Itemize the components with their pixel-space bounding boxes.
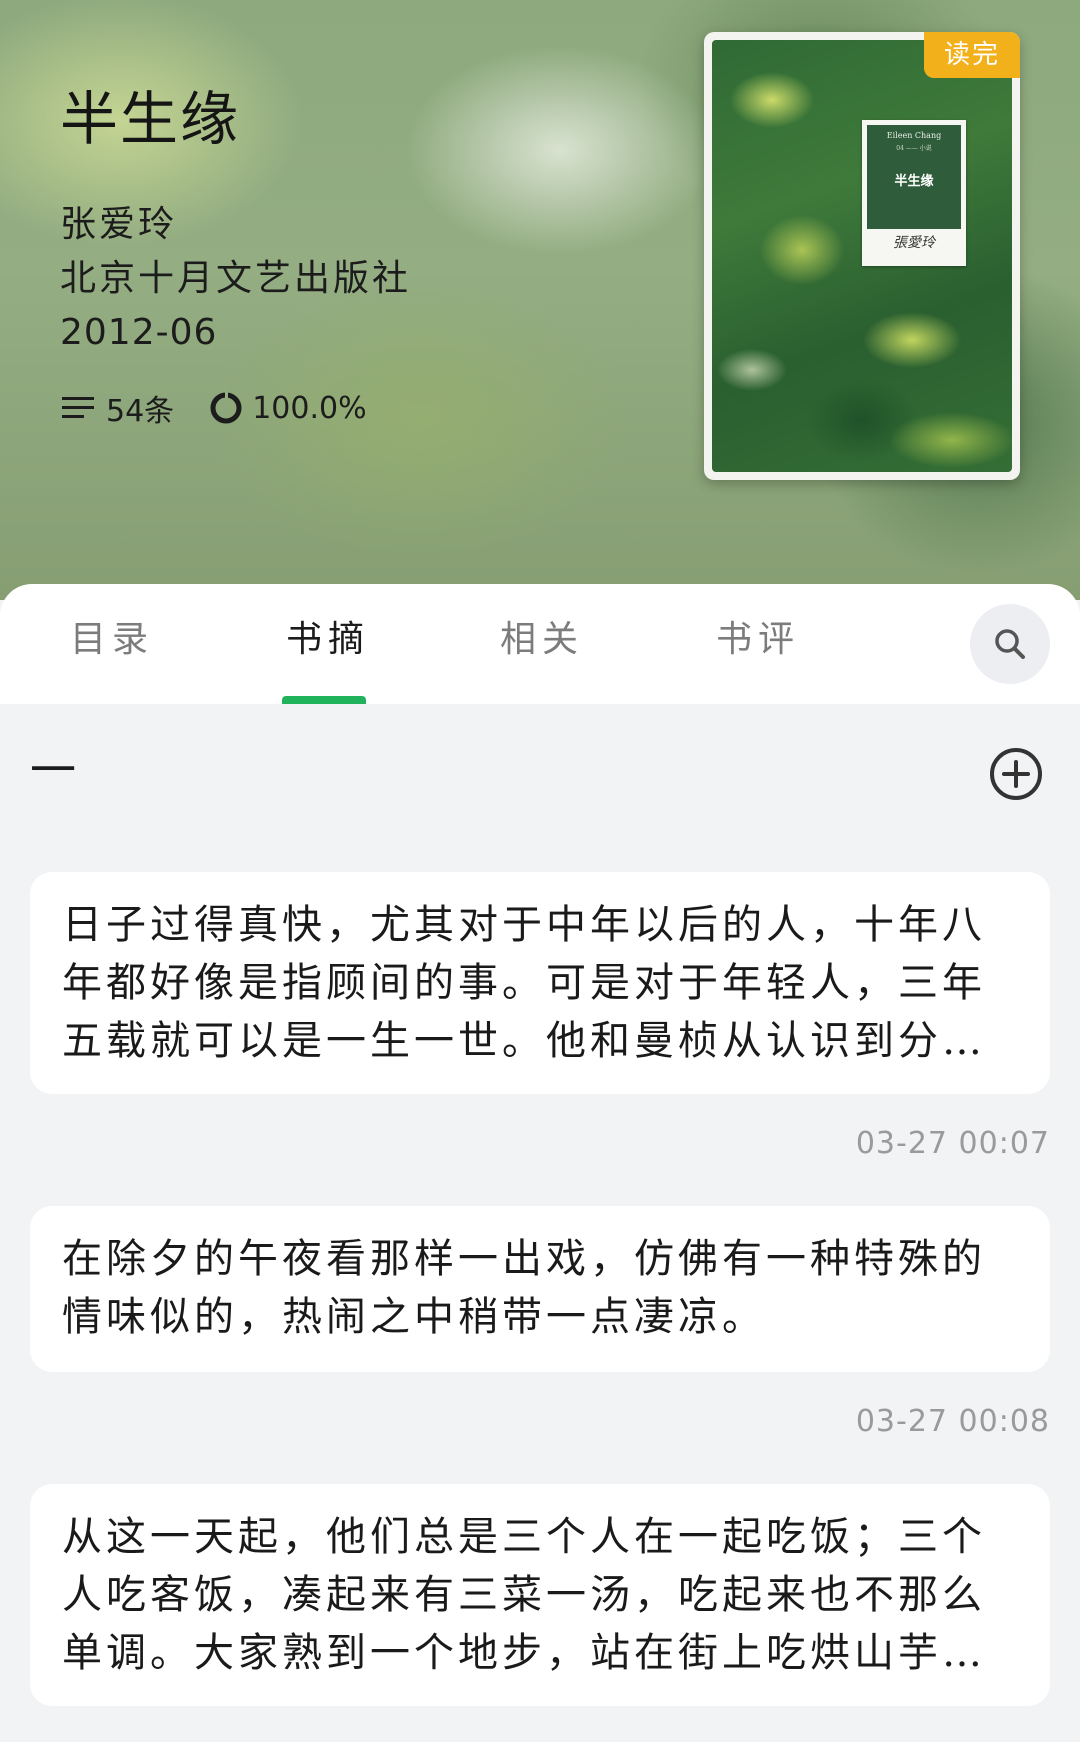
search-button[interactable]: [970, 604, 1050, 684]
tab-contents[interactable]: 目录: [70, 584, 154, 704]
notes-count: 54条: [106, 394, 175, 429]
tab-related[interactable]: 相关: [500, 584, 584, 704]
excerpt-text: 日子过得真快，尤其对于中年以后的人，十年八年都好像是指顾间的事。可是对于年轻人，…: [62, 902, 986, 1064]
excerpt-text: 在除夕的午夜看那样一出戏，仿佛有一种特殊的情味似的，热闹之中稍带一点凄凉。: [62, 1236, 986, 1340]
plus-circle-icon[interactable]: [988, 746, 1044, 802]
excerpt-card[interactable]: 从这一天起，他们总是三个人在一起吃饭；三个人吃客饭，凑起来有三菜一汤，吃起来也不…: [30, 1484, 1050, 1706]
excerpt-text: 从这一天起，他们总是三个人在一起吃饭；三个人吃客饭，凑起来有三菜一汤，吃起来也不…: [62, 1514, 986, 1676]
tab-reviews[interactable]: 书评: [716, 584, 800, 704]
book-info: 半生缘 张爱玲 北京十月文艺出版社 2012-06 54条 100.0%: [60, 72, 411, 430]
active-tab-indicator: [282, 696, 366, 704]
cover-series-mark: 04 —— 小说: [896, 145, 932, 152]
search-icon: [995, 629, 1025, 659]
cover-title-label: Eileen Chang 04 —— 小说 半生缘 張愛玲: [862, 120, 966, 266]
cover-english-name: Eileen Chang: [886, 131, 942, 140]
chapter-header: 一: [30, 740, 1050, 810]
book-publisher: 北京十月文艺出版社: [60, 258, 412, 299]
book-header: 半生缘 张爱玲 北京十月文艺出版社 2012-06 54条 100.0% Eil…: [0, 0, 1080, 600]
cover-artwork: Eileen Chang 04 —— 小说 半生缘 張愛玲: [712, 40, 1012, 472]
progress-stat: 100.0%: [208, 390, 367, 426]
book-stats: 54条 100.0%: [60, 386, 411, 430]
excerpt-card[interactable]: 日子过得真快，尤其对于中年以后的人，十年八年都好像是指顾间的事。可是对于年轻人，…: [30, 872, 1050, 1094]
cover-chinese-title: 半生缘: [894, 174, 934, 189]
cover-signature: 張愛玲: [893, 235, 935, 251]
book-title: 半生缘: [60, 85, 241, 153]
chapter-title: 一: [30, 743, 76, 797]
book-author[interactable]: 张爱玲: [60, 198, 411, 252]
book-cover[interactable]: Eileen Chang 04 —— 小说 半生缘 張愛玲: [704, 32, 1020, 480]
excerpt-card[interactable]: 在除夕的午夜看那样一出戏，仿佛有一种特殊的情味似的，热闹之中稍带一点凄凉。: [30, 1206, 1050, 1372]
excerpt-time: 03-27 00:08: [855, 1404, 1050, 1439]
finished-badge: 读完: [924, 32, 1020, 78]
list-lines-icon: [62, 397, 94, 418]
tab-bar: 目录 书摘 相关 书评: [0, 584, 1080, 704]
excerpt-time: 03-27 00:07: [855, 1126, 1050, 1161]
book-publish-date: 2012-06: [60, 312, 218, 353]
progress-ring-icon: [210, 391, 242, 424]
reading-progress: 100.0%: [252, 390, 367, 426]
notes-count-stat: 54条: [60, 386, 174, 430]
tabs: 目录 书摘 相关 书评: [0, 584, 1080, 704]
tab-excerpts[interactable]: 书摘: [286, 584, 370, 704]
